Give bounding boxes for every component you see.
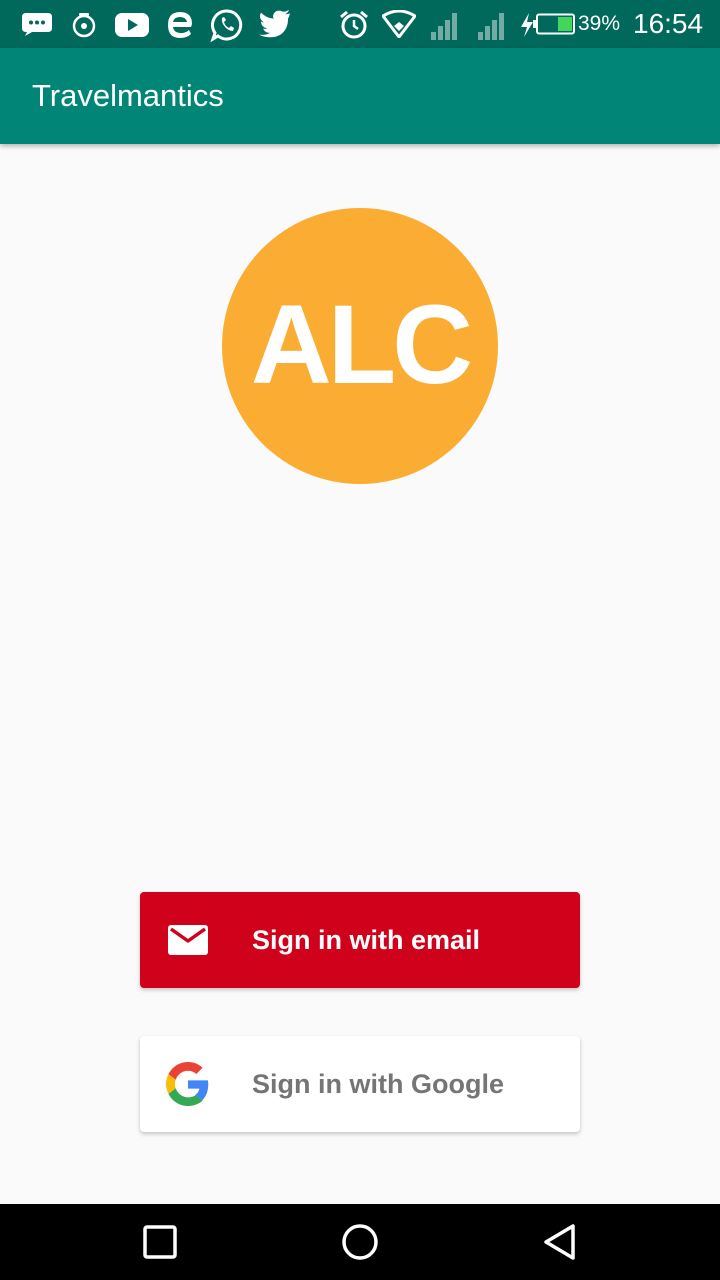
sign-in-google-label: Sign in with Google [252,1069,504,1099]
recent-apps-icon[interactable] [140,1222,180,1262]
back-icon[interactable] [540,1222,580,1262]
app-title: Travelmantics [32,78,224,113]
battery-icon [533,13,575,35]
youtube-icon [115,13,149,37]
app-bar: Travelmantics [0,48,720,144]
alarm-icon [340,10,368,39]
signal-icon [478,13,504,40]
sign-in-email-label: Sign in with email [252,925,481,955]
alc-logo: ALC [222,208,498,484]
chat-icon [22,13,52,36]
whatsapp-icon [210,9,243,42]
logo-text: ALC [250,282,473,407]
sign-in-email-button[interactable]: Sign in with email [140,892,580,988]
mail-icon [168,925,208,955]
status-time: 16:54 [633,8,704,39]
status-bar: 39% 16:54 [0,0,720,48]
wifi-icon [382,10,416,38]
google-g-icon [166,1062,209,1106]
home-icon[interactable] [340,1222,380,1262]
signal-icon [431,13,457,40]
camera-icon [72,13,96,38]
battery-percent: 39% [578,12,621,35]
sign-in-google-button[interactable]: Sign in with Google [140,1036,580,1132]
twitter-icon [259,10,290,38]
browser-e-icon [168,12,192,38]
navigation-bar [0,1204,720,1280]
